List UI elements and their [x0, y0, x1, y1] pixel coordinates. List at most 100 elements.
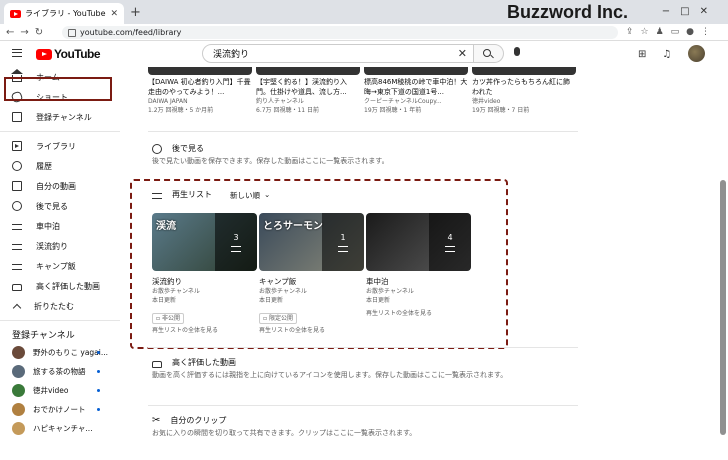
main-content: 【DAIWA 初心者釣り入門】千畳走由のやってみよう！... DAIWA JAPA…: [120, 67, 580, 460]
playlist-title[interactable]: 渓流釣り: [152, 276, 257, 287]
library-icon: [12, 141, 22, 151]
video-channel[interactable]: 釣り人チャンネル: [256, 97, 360, 106]
chevron-down-icon: ⌄: [264, 190, 271, 199]
channel-name: おでかけノート: [33, 405, 86, 414]
video-title[interactable]: 【DAIWA 初心者釣り入門】千畳走由のやってみよう！...: [148, 77, 252, 97]
playlists-heading: 再生リスト: [152, 189, 212, 200]
scrollbar[interactable]: [720, 180, 726, 435]
channel-item[interactable]: おでかけノート: [0, 400, 120, 419]
video-thumbnail[interactable]: [472, 67, 576, 75]
channel-item[interactable]: ハピキャンチャ...: [0, 419, 120, 438]
playlist-updated: 本日更新: [366, 297, 391, 304]
watch-later-icon: [152, 143, 162, 154]
channel-avatar: [12, 422, 25, 435]
clips-heading: ✂ 自分のクリップ: [152, 415, 226, 426]
menu-icon[interactable]: [12, 49, 22, 57]
view-full-playlist-link[interactable]: 再生リストの全体を見る: [366, 309, 471, 319]
video-stats: 19万 回視聴・1 年前: [364, 107, 422, 114]
search-icon: [483, 49, 491, 57]
video-card[interactable]: 【DAIWA 初心者釣り入門】千畳走由のやってみよう！... DAIWA JAPA…: [148, 67, 252, 115]
playlist-title[interactable]: 車中泊: [366, 276, 471, 287]
playlist-count-overlay: 3: [215, 213, 257, 271]
playlist-card[interactable]: 4 車中泊 お散歩チャンネル 本日更新再生リストの全体を見る: [366, 213, 471, 319]
playlist-count-overlay: 1: [322, 213, 364, 271]
sidebar-item-subscriptions[interactable]: 登録チャンネル: [0, 107, 120, 127]
playlist-card[interactable]: とろサーモン 1 キャンプ飯 お散歩チャンネル 本日更新 ▫ 限定公開 再生リストの全体を見…: [259, 213, 364, 336]
view-full-playlist-link[interactable]: 再生リストの全体を見る: [152, 326, 257, 336]
playlist-icon: [12, 264, 22, 270]
channel-item[interactable]: 徳井video: [0, 381, 120, 400]
channel-name: 旅する茶の物語: [33, 367, 86, 376]
sidebar-item-collapse[interactable]: 折りたたむ: [0, 296, 120, 316]
channel-avatar: [12, 403, 25, 416]
video-card[interactable]: 【宇堅く釣る！】渓流釣り入門。仕掛けや道具、流し方... 釣り人チャンネル 6.7万…: [256, 67, 360, 115]
playlist-channel[interactable]: お散歩チャンネル: [259, 287, 364, 296]
video-card[interactable]: 標高846M稜桃の峠で車中泊！大晦→東京下道の国道1号... クーピーチャンネルC…: [364, 67, 468, 115]
video-title[interactable]: カツ丼作ったらもちろん紅に飾われた: [472, 77, 576, 97]
microphone-icon[interactable]: [514, 47, 520, 56]
close-tab-icon[interactable]: ✕: [110, 9, 118, 19]
create-video-icon[interactable]: ⊞: [638, 49, 646, 60]
video-channel[interactable]: 徳井video: [472, 97, 576, 106]
playlist-title[interactable]: キャンプ飯: [259, 276, 364, 287]
sidebar-item-label: 後で見る: [36, 201, 68, 211]
watch-later-heading: 後で見る: [152, 143, 204, 154]
channel-item[interactable]: 野外のもりこ yagai...: [0, 343, 120, 362]
nav-buttons-icon[interactable]: ←→↻: [0, 27, 62, 38]
divider: [148, 347, 578, 348]
search-input[interactable]: 渓流釣り ✕: [202, 44, 474, 63]
url-field[interactable]: youtube.com/feed/library: [62, 25, 618, 39]
video-channel[interactable]: クーピーチャンネルCoupy...: [364, 97, 468, 106]
library-highlight-box: [4, 77, 112, 101]
sidebar-item-watch-later[interactable]: 後で見る: [0, 196, 120, 216]
playlist-thumbnail[interactable]: 4: [366, 213, 471, 271]
tab-title: ライブラリ - YouTube: [25, 9, 106, 18]
clear-search-icon[interactable]: ✕: [458, 47, 467, 60]
sidebar-item-playlist-car[interactable]: 車中泊: [0, 216, 120, 236]
video-thumbnail[interactable]: [256, 67, 360, 75]
playlist-channel[interactable]: お散歩チャンネル: [366, 287, 471, 296]
channel-item[interactable]: 旅する茶の物語: [0, 362, 120, 381]
playlist-thumbnail[interactable]: とろサーモン 1: [259, 213, 364, 271]
new-tab-icon[interactable]: +: [130, 5, 141, 20]
sidebar-item-your-videos[interactable]: 自分の動画: [0, 176, 120, 196]
browser-tab[interactable]: ライブラリ - YouTube ✕: [4, 3, 124, 24]
video-thumbnail[interactable]: [364, 67, 468, 75]
channel-list: 野外のもりこ yagai... 旅する茶の物語徳井video おでかけノートハピキャ…: [0, 343, 120, 438]
sidebar-item-liked[interactable]: 高く評価した動画: [0, 276, 120, 296]
window-controls[interactable]: −□✕: [662, 6, 718, 17]
section-title: 後で見る: [172, 144, 204, 153]
sort-dropdown[interactable]: 新しい順 ⌄: [230, 190, 270, 201]
video-title[interactable]: 標高846M稜桃の峠で車中泊！大晦→東京下道の国道1号...: [364, 77, 468, 97]
liked-desc: 動画を高く評価するには親指を上に向けているアイコンを使用します。保存した動画はこ…: [152, 371, 508, 379]
playlist-channel[interactable]: お散歩チャンネル: [152, 287, 257, 296]
view-full-playlist-link[interactable]: 再生リストの全体を見る: [259, 326, 364, 336]
your-videos-icon: [12, 181, 22, 191]
avatar[interactable]: [688, 45, 705, 62]
sidebar-item-label: 高く評価した動画: [36, 281, 100, 291]
new-content-dot: [97, 370, 100, 373]
playlist-thumbnail[interactable]: 渓流 3: [152, 213, 257, 271]
youtube-logo[interactable]: YouTube: [36, 47, 101, 61]
sidebar-item-playlist-camp[interactable]: キャンプ飯: [0, 256, 120, 276]
thumbnail-caption: とろサーモン: [263, 221, 323, 232]
sidebar-item-label: 登録チャンネル: [36, 112, 92, 122]
playlist-card[interactable]: 渓流 3 渓流釣り お散歩チャンネル 本日更新 ▫ 非公開 再生リストの全体を見る: [152, 213, 257, 336]
like-icon: [152, 360, 162, 368]
playlist-updated: 本日更新: [152, 297, 177, 304]
youtube-favicon-icon: [10, 9, 21, 18]
sidebar-item-history[interactable]: 履歴: [0, 156, 120, 176]
video-thumbnail[interactable]: [148, 67, 252, 75]
header-actions: ⊞ ♫: [638, 49, 671, 60]
sidebar-item-playlist-fishing[interactable]: 渓流釣り: [0, 236, 120, 256]
video-title[interactable]: 【宇堅く釣る！】渓流釣り入門。仕掛けや道具、流し方...: [256, 77, 360, 97]
sidebar-item-library[interactable]: ライブラリ: [0, 136, 120, 156]
browser-toolbar-icons[interactable]: ⇪☆♟▭●⋮: [618, 27, 728, 37]
video-card[interactable]: カツ丼作ったらもちろん紅に飾われた 徳井video 19万 回視聴・7 日前: [472, 67, 576, 115]
notifications-bell-icon[interactable]: ♫: [662, 49, 671, 60]
sort-label: 新しい順: [230, 191, 260, 200]
watch-later-desc: 後で見たい動画を保存できます。保存した動画はここに一覧表示されます。: [152, 157, 389, 165]
video-channel[interactable]: DAIWA JAPAN: [148, 97, 252, 106]
search-button[interactable]: [474, 44, 504, 63]
like-icon: [12, 284, 22, 291]
